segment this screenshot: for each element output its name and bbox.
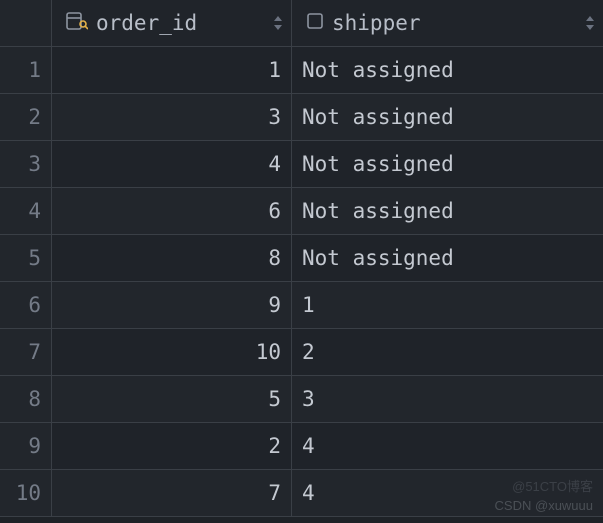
cell-order-id[interactable]: 4 — [52, 141, 292, 188]
cell-shipper[interactable]: 2 — [292, 329, 603, 376]
row-number: 1 — [0, 47, 52, 94]
row-number: 3 — [0, 141, 52, 188]
gutter-header — [0, 0, 52, 47]
sort-handle-icon[interactable] — [585, 0, 595, 46]
cell-order-id[interactable]: 1 — [52, 47, 292, 94]
table-row[interactable]: 4 6 Not assigned — [0, 188, 603, 235]
row-number: 8 — [0, 376, 52, 423]
row-number: 7 — [0, 329, 52, 376]
table-row[interactable]: 3 4 Not assigned — [0, 141, 603, 188]
cell-order-id[interactable]: 10 — [52, 329, 292, 376]
cell-order-id[interactable]: 6 — [52, 188, 292, 235]
table-row[interactable]: 9 2 4 — [0, 423, 603, 470]
watermark: @51CTO博客 — [512, 476, 593, 495]
column-icon — [306, 11, 324, 35]
cell-shipper[interactable]: Not assigned — [292, 94, 603, 141]
cell-shipper[interactable]: 3 — [292, 376, 603, 423]
table-row[interactable]: 1 1 Not assigned — [0, 47, 603, 94]
watermark: CSDN @xuwuuu — [495, 498, 593, 513]
row-number: 4 — [0, 188, 52, 235]
row-number: 9 — [0, 423, 52, 470]
column-header-order-id[interactable]: order_id — [52, 0, 292, 47]
table-row[interactable]: 7 10 2 — [0, 329, 603, 376]
cell-shipper[interactable]: 1 — [292, 282, 603, 329]
row-number: 10 — [0, 470, 52, 517]
header-row: order_id shipper — [0, 0, 603, 47]
row-number: 5 — [0, 235, 52, 282]
cell-order-id[interactable]: 3 — [52, 94, 292, 141]
cell-shipper[interactable]: 4 — [292, 423, 603, 470]
row-number: 2 — [0, 94, 52, 141]
cell-shipper[interactable]: Not assigned — [292, 141, 603, 188]
column-header-shipper[interactable]: shipper — [292, 0, 603, 47]
cell-shipper[interactable]: Not assigned — [292, 47, 603, 94]
table-row[interactable]: 5 8 Not assigned — [0, 235, 603, 282]
table-row[interactable]: 8 5 3 — [0, 376, 603, 423]
cell-order-id[interactable]: 8 — [52, 235, 292, 282]
result-grid: order_id shipper — [0, 0, 603, 517]
cell-order-id[interactable]: 9 — [52, 282, 292, 329]
cell-shipper[interactable]: Not assigned — [292, 235, 603, 282]
table-row[interactable]: 2 3 Not assigned — [0, 94, 603, 141]
sort-handle-icon[interactable] — [273, 0, 283, 46]
cell-order-id[interactable]: 2 — [52, 423, 292, 470]
cell-shipper[interactable]: Not assigned — [292, 188, 603, 235]
cell-order-id[interactable]: 5 — [52, 376, 292, 423]
key-column-icon — [66, 11, 88, 36]
row-number: 6 — [0, 282, 52, 329]
table-row[interactable]: 6 9 1 — [0, 282, 603, 329]
column-label: shipper — [332, 11, 421, 35]
column-label: order_id — [96, 11, 197, 35]
cell-order-id[interactable]: 7 — [52, 470, 292, 517]
